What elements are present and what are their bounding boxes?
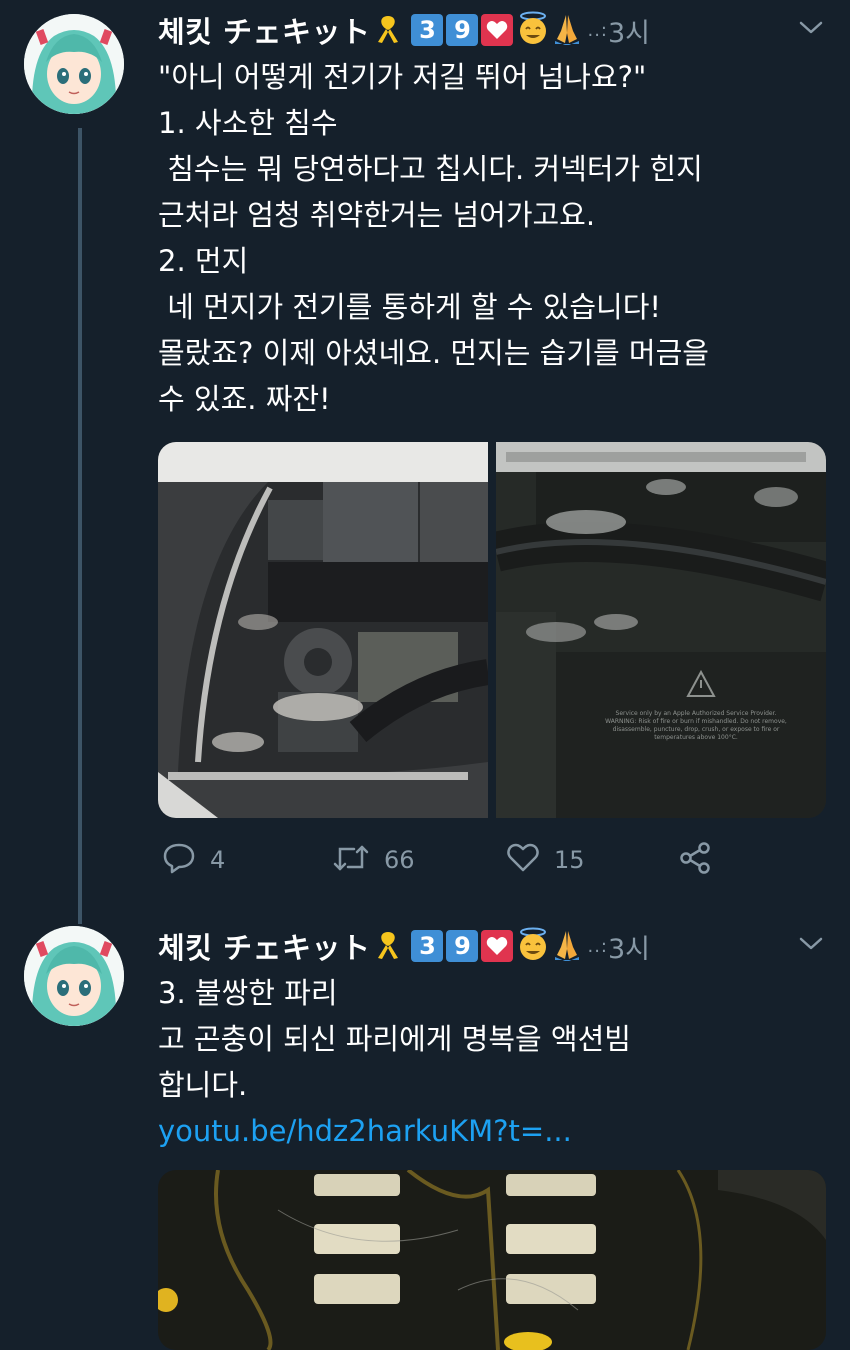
yellow-ribbon-icon	[373, 12, 403, 48]
warning-line: disassemble, puncture, drop, crush, or e…	[612, 726, 780, 733]
tweet-header: 체킷 チェキット 3 9 ..: 3시	[158, 924, 830, 968]
reply-count: 4	[210, 846, 226, 874]
user-handle: ..:	[587, 935, 608, 957]
warning-line: WARNING: Risk of fire or burn if mishand…	[605, 718, 787, 725]
media-photo[interactable]	[158, 1170, 826, 1350]
tweet-text-line: 수 있죠. 짜잔!	[158, 382, 331, 416]
chevron-down-icon[interactable]	[798, 20, 824, 40]
media-divider	[488, 442, 496, 818]
tweet-text-line: 침수는 뭐 당연하다고 칩시다. 커넥터가 힌지	[158, 152, 703, 186]
thread-connector	[78, 128, 82, 924]
tweet-link[interactable]: youtu.be/hdz2harkuKM?t=...	[158, 1108, 828, 1154]
tweet-text-line: 합니다.	[158, 1068, 248, 1102]
keycap-nine-icon: 9	[446, 14, 479, 46]
retweet-icon	[332, 843, 370, 877]
tweet-text: 3. 불쌍한 파리 고 곤충이 되신 파리에게 명복을 액션빔 합니다. you…	[158, 970, 828, 1154]
timestamp[interactable]: 3시	[608, 11, 650, 50]
share-button[interactable]	[678, 840, 712, 880]
warning-line: temperatures above 100°C.	[654, 734, 738, 741]
reply-icon	[162, 842, 196, 878]
tweet-text-line: 몰랐죠? 이제 아셨네요. 먼지는 습기를 머금을	[158, 336, 709, 370]
yellow-ribbon-icon	[373, 928, 403, 964]
tweet-text-line: 고 곤충이 되신 파리에게 명복을 액션빔	[158, 1022, 631, 1056]
warning-line: Service only by an Apple Authorized Serv…	[615, 710, 777, 717]
tweet-text-line: "아니 어떻게 전기가 저길 뛰어 넘나요?"	[158, 60, 647, 94]
display-name[interactable]: 체킷 チェキット	[158, 925, 370, 967]
chevron-down-icon[interactable]	[798, 936, 824, 956]
battery-warning-label: Service only by an Apple Authorized Serv…	[596, 710, 796, 742]
like-count: 15	[554, 846, 585, 874]
timestamp[interactable]: 3시	[608, 927, 650, 966]
reply-button[interactable]: 4	[162, 840, 225, 880]
media-grid[interactable]: Service only by an Apple Authorized Serv…	[158, 442, 826, 818]
user-handle: ..:	[587, 19, 608, 41]
retweet-count: 66	[384, 846, 415, 874]
keycap-three-icon: 3	[411, 14, 444, 46]
tweet-text-line: 1. 사소한 침수	[158, 106, 338, 140]
halo-face-icon	[516, 11, 550, 49]
tweet-header: 체킷 チェキット 3 9 ..: 3시	[158, 8, 830, 52]
white-heart-icon	[481, 14, 514, 46]
tweet-text-line: 3. 불쌍한 파리	[158, 976, 338, 1010]
folded-hands-icon	[553, 11, 581, 49]
media-photo-left[interactable]	[158, 442, 490, 818]
retweet-button[interactable]: 66	[332, 840, 415, 880]
display-name[interactable]: 체킷 チェキット	[158, 9, 370, 51]
folded-hands-icon	[553, 927, 581, 965]
media-photo-right[interactable]: Service only by an Apple Authorized Serv…	[496, 442, 826, 818]
avatar[interactable]	[24, 14, 124, 114]
avatar[interactable]	[24, 926, 124, 1026]
like-button[interactable]: 15	[506, 840, 585, 880]
keycap-three-icon: 3	[411, 930, 444, 962]
tweet-text-line: 2. 먼지	[158, 244, 249, 278]
share-icon	[678, 841, 712, 879]
white-heart-icon	[481, 930, 514, 962]
halo-face-icon	[516, 927, 550, 965]
keycap-nine-icon: 9	[446, 930, 479, 962]
tweet-text: "아니 어떻게 전기가 저길 뛰어 넘나요?" 1. 사소한 침수 침수는 뭐 …	[158, 54, 828, 422]
tweet-text-line: 근처라 엄청 취약한거는 넘어가고요.	[158, 198, 596, 232]
tweet-actions: 4 66 15	[158, 840, 758, 880]
tweet-text-line: 네 먼지가 전기를 통하게 할 수 있습니다!	[158, 290, 662, 324]
heart-icon	[506, 842, 540, 878]
